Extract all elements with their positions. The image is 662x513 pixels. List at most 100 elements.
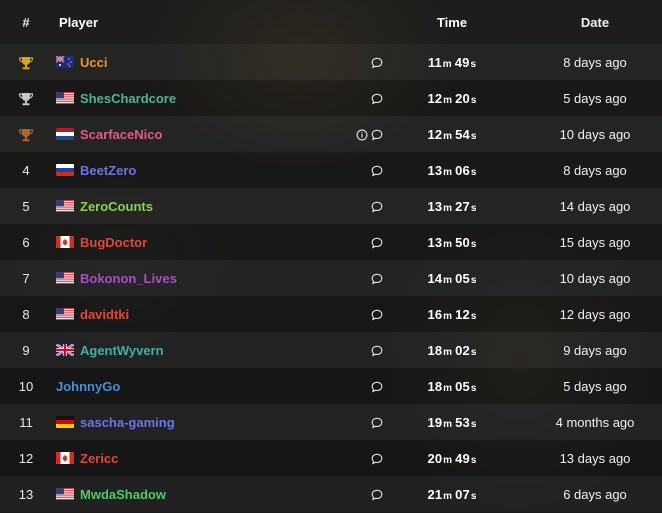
player-name-link[interactable]: ZeroCounts [80, 199, 153, 214]
time-seconds: 49 [455, 450, 470, 466]
leaderboard-row[interactable]: 5 ZeroCounts 13m 27s 14 days ago [0, 188, 662, 224]
leaderboard-row[interactable]: 13 MwdaShadow 21m 07s 6 days ago [0, 476, 662, 512]
leaderboard-row[interactable]: 10 JohnnyGo 18m 05s 5 days ago [0, 368, 662, 404]
run-date: 8 days ago [563, 54, 627, 70]
comment-icon[interactable] [371, 345, 383, 357]
leaderboard-row[interactable]: 12 Zericc 20m 49s 13 days ago [0, 440, 662, 476]
leaderboard-header: # Player Time Date [0, 0, 662, 44]
player-name-link[interactable]: JohnnyGo [56, 379, 120, 394]
seconds-unit: s [470, 130, 477, 142]
date-column-header: Date [580, 14, 610, 30]
run-icons-cell [327, 224, 387, 260]
run-time[interactable]: 16m 12s [427, 307, 476, 322]
comment-icon[interactable] [371, 417, 383, 429]
leaderboard-row[interactable]: 6 BugDoctor 13m 50s 15 days ago [0, 224, 662, 260]
run-time[interactable]: 13m 27s [427, 199, 476, 214]
player-name-link[interactable]: davidtki [80, 307, 129, 322]
player-name-link[interactable]: ShesChardcore [80, 91, 176, 106]
comment-icon[interactable] [371, 129, 383, 141]
player-cell: Ucci [52, 44, 327, 80]
player-info: BeetZero [52, 163, 327, 178]
time-seconds: 12 [455, 306, 470, 322]
run-date: 9 days ago [563, 342, 627, 358]
time-seconds: 02 [455, 342, 470, 358]
time-cell: 16m 12s [387, 296, 517, 332]
minutes-unit: m [443, 274, 453, 286]
leaderboard-row[interactable]: 7 Bokonon_Lives 14m 05s 10 days ago [0, 260, 662, 296]
run-time[interactable]: 13m 06s [427, 163, 476, 178]
run-date: 4 months ago [555, 414, 635, 430]
time-seconds: 50 [455, 234, 470, 250]
player-cell: ShesChardcore [52, 80, 327, 116]
time-minutes: 19 [427, 414, 443, 430]
run-icons-cell [327, 152, 387, 188]
run-time[interactable]: 11m 49s [428, 55, 476, 70]
leaderboard-row[interactable]: 8 davidtki 16m 12s 12 days ago [0, 296, 662, 332]
comment-icon[interactable] [371, 309, 383, 321]
date-cell: 13 days ago [517, 440, 662, 476]
seconds-unit: s [470, 274, 477, 286]
seconds-unit: s [470, 382, 477, 394]
run-time[interactable]: 18m 05s [427, 379, 476, 394]
player-name-link[interactable]: Bokonon_Lives [80, 271, 177, 286]
run-time[interactable]: 18m 02s [427, 343, 476, 358]
player-name-link[interactable]: sascha-gaming [80, 415, 175, 430]
run-icons-cell [327, 476, 387, 512]
run-icons-cell [327, 332, 387, 368]
run-icons-cell [327, 260, 387, 296]
leaderboard-row[interactable]: ScarfaceNico 12m 54s 10 days ago [0, 116, 662, 152]
run-time[interactable]: 13m 50s [427, 235, 476, 250]
time-minutes: 20 [427, 450, 443, 466]
player-name-link[interactable]: BeetZero [80, 163, 136, 178]
player-info: AgentWyvern [52, 343, 327, 358]
leaderboard-row[interactable]: 4 BeetZero 13m 06s 8 days ago [0, 152, 662, 188]
date-cell: 5 days ago [517, 80, 662, 116]
leaderboard-row[interactable]: 11 sascha-gaming 19m 53s 4 months ago [0, 404, 662, 440]
rank-column-header: # [22, 14, 30, 30]
comment-icon[interactable] [371, 489, 383, 501]
player-name-link[interactable]: BugDoctor [80, 235, 147, 250]
leaderboard-row[interactable]: 9 AgentWyvern 18m 02s 9 days ago [0, 332, 662, 368]
run-icons-cell [327, 296, 387, 332]
player-info: Ucci [52, 55, 327, 70]
player-name-link[interactable]: MwdaShadow [80, 487, 166, 502]
date-cell: 15 days ago [517, 224, 662, 260]
player-cell: BugDoctor [52, 224, 327, 260]
player-info: Bokonon_Lives [52, 271, 327, 286]
player-cell: sascha-gaming [52, 404, 327, 440]
gb-flag-icon [56, 344, 74, 356]
leaderboard-row[interactable]: Ucci 11m 49s 8 days ago [0, 44, 662, 80]
comment-icon[interactable] [371, 237, 383, 249]
comment-icon[interactable] [371, 201, 383, 213]
run-time[interactable]: 12m 20s [427, 91, 476, 106]
player-name-link[interactable]: Ucci [80, 55, 107, 70]
minutes-unit: m [443, 454, 453, 466]
comment-icon[interactable] [371, 93, 383, 105]
player-name-link[interactable]: Zericc [80, 451, 118, 466]
run-time[interactable]: 19m 53s [427, 415, 476, 430]
run-time[interactable]: 14m 05s [427, 271, 476, 286]
comment-icon[interactable] [371, 57, 383, 69]
rank-number: 4 [22, 162, 30, 178]
time-cell: 20m 49s [387, 440, 517, 476]
player-name-link[interactable]: AgentWyvern [80, 343, 164, 358]
leaderboard-body: Ucci 11m 49s 8 days ago ShesChardcore 12m 20s 5… [0, 44, 662, 512]
leaderboard-row[interactable]: ShesChardcore 12m 20s 5 days ago [0, 80, 662, 116]
run-time[interactable]: 12m 54s [427, 127, 476, 142]
rank-cell [0, 44, 52, 80]
info-icon[interactable] [356, 129, 368, 141]
us-flag-icon [56, 488, 74, 500]
run-time[interactable]: 21m 07s [427, 487, 476, 502]
comment-icon[interactable] [371, 381, 383, 393]
comment-icon[interactable] [371, 273, 383, 285]
time-cell: 12m 20s [387, 80, 517, 116]
comment-icon[interactable] [371, 453, 383, 465]
player-info: ScarfaceNico [52, 127, 327, 142]
date-cell: 6 days ago [517, 476, 662, 512]
time-seconds: 07 [455, 486, 470, 502]
minutes-unit: m [443, 490, 453, 502]
run-time[interactable]: 20m 49s [427, 451, 476, 466]
player-name-link[interactable]: ScarfaceNico [80, 127, 162, 142]
player-cell: Zericc [52, 440, 327, 476]
comment-icon[interactable] [371, 165, 383, 177]
